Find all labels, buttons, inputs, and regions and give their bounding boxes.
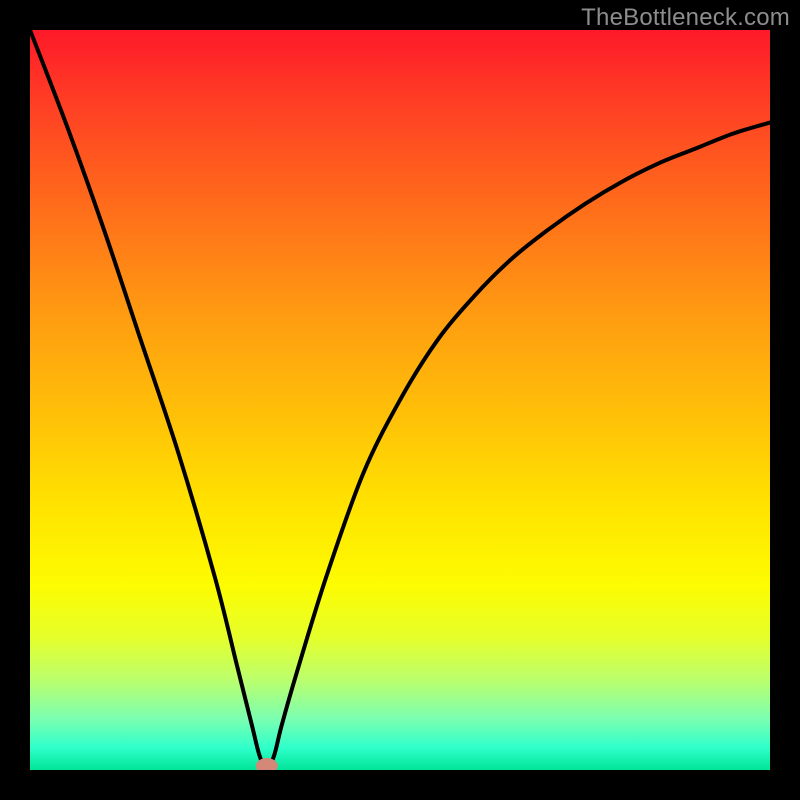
curve-svg (30, 30, 770, 770)
plot-area (30, 30, 770, 770)
bottleneck-curve (30, 30, 770, 770)
watermark-text: TheBottleneck.com (581, 4, 790, 32)
chart-frame: TheBottleneck.com (0, 0, 800, 800)
curve-path (30, 30, 770, 770)
